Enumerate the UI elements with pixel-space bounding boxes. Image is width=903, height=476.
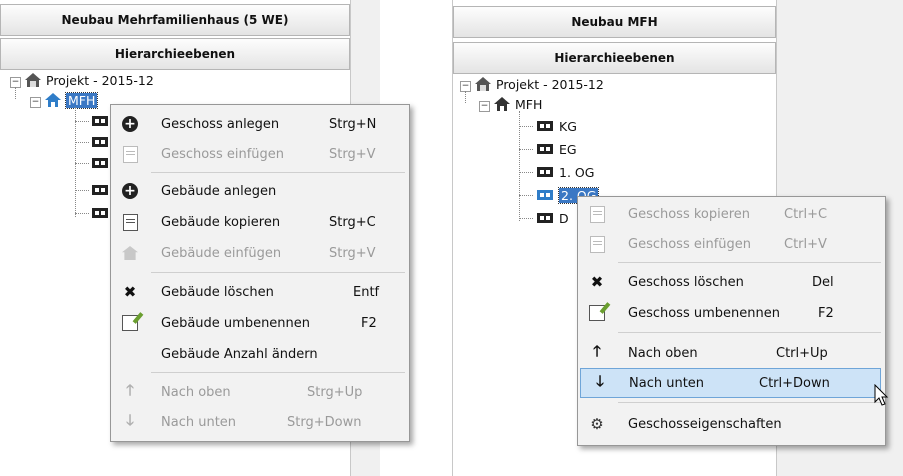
menu-item-gebaeude-anzahl-aendern[interactable]: Gebäude Anzahl ändern (111, 339, 409, 369)
tree-node-project[interactable]: Projekt - 2015-12 (474, 74, 604, 94)
rename-icon (588, 304, 606, 322)
menu-separator (151, 272, 405, 273)
menu-item-gebaeude-umbenennen[interactable]: Gebäude umbenennen F2 (111, 308, 409, 338)
tree-node-floor[interactable]: D (537, 208, 569, 228)
right-context-menu: Geschoss kopieren Ctrl+C Geschoss einfüg… (577, 196, 886, 446)
delete-x-icon: ✖ (590, 273, 604, 291)
paste-icon (121, 145, 139, 163)
floor-icon (537, 144, 553, 154)
tree-node-building[interactable]: MFH (44, 90, 99, 110)
project-house-icon (474, 76, 492, 92)
plus-circle-icon: + (121, 182, 139, 200)
copy-icon (121, 213, 139, 231)
tree-node-floor[interactable]: 1. OG (537, 162, 594, 182)
menu-separator (151, 172, 405, 173)
house-icon (121, 244, 139, 262)
menu-item-geschoss-kopieren[interactable]: Geschoss kopieren Ctrl+C (578, 199, 885, 229)
right-panel: Neubau MFH Hierarchieebenen − Projekt - … (452, 0, 889, 476)
floor-icon (92, 137, 108, 147)
left-context-menu: + Geschoss anlegen Strg+N Geschoss einfü… (110, 104, 410, 442)
arrow-down-icon: 🡓 (126, 410, 134, 429)
menu-item-gebaeude-kopieren[interactable]: Gebäude kopieren Strg+C (111, 207, 409, 237)
menu-item-gebaeude-einfuegen[interactable]: Gebäude einfügen Strg+V (111, 238, 409, 268)
collapse-icon[interactable]: − (30, 97, 41, 108)
menu-item-geschoss-einfuegen[interactable]: Geschoss einfügen Strg+V (111, 139, 409, 169)
tree-node-project-label: Projekt - 2015-12 (46, 72, 154, 88)
menu-item-nach-unten[interactable]: 🡓 Nach unten Strg+Down (111, 407, 409, 437)
floor-icon (92, 116, 108, 126)
floor-icon (92, 158, 108, 168)
menu-separator (618, 402, 881, 403)
plus-circle-icon: + (121, 115, 139, 133)
menu-item-nach-oben[interactable]: 🡑 Nach oben Ctrl+Up (578, 338, 885, 368)
left-section-header: Hierarchieebenen (0, 38, 350, 70)
menu-separator (618, 332, 881, 333)
left-window-title: Neubau Mehrfamilienhaus (5 WE) (0, 4, 350, 36)
menu-item-geschoss-loeschen[interactable]: ✖ Geschoss löschen Del (578, 267, 885, 297)
delete-x-icon: ✖ (123, 283, 137, 301)
left-panel: Neubau Mehrfamilienhaus (5 WE) Hierarchi… (0, 0, 410, 476)
tree-node-floor[interactable]: EG (537, 139, 577, 159)
floor-icon (92, 185, 108, 195)
collapse-icon[interactable]: − (479, 101, 490, 112)
right-section-header: Hierarchieebenen (453, 42, 776, 74)
right-window-title: Neubau MFH (453, 6, 776, 38)
menu-item-gebaeude-anlegen[interactable]: + Gebäude anlegen (111, 176, 409, 206)
menu-item-geschoss-einfuegen[interactable]: Geschoss einfügen Ctrl+V (578, 229, 885, 259)
tree-node-project-label: Projekt - 2015-12 (496, 76, 604, 92)
tree-node-building-label: MFH (64, 91, 99, 109)
menu-item-geschosseigenschaften[interactable]: ⚙ Geschosseigenschaften (578, 409, 885, 439)
gear-icon: ⚙ (590, 415, 604, 433)
tree-node-floor[interactable]: KG (537, 116, 577, 136)
copy-icon (588, 205, 606, 223)
menu-separator (151, 372, 405, 373)
paste-icon (588, 235, 606, 253)
floor-icon (537, 213, 553, 223)
tree-node-building-label: MFH (515, 96, 543, 112)
arrow-up-icon: 🡑 (126, 380, 134, 399)
menu-item-gebaeude-loeschen[interactable]: ✖ Gebäude löschen Entf (111, 277, 409, 307)
building-icon (493, 96, 511, 112)
building-icon (44, 92, 62, 108)
arrow-up-icon: 🡑 (593, 341, 601, 360)
arrow-down-icon: 🡓 (596, 371, 604, 390)
mouse-cursor-icon (874, 384, 889, 406)
floor-icon (537, 190, 553, 200)
menu-item-nach-unten[interactable]: 🡓 Nach unten Ctrl+Down (580, 368, 881, 398)
menu-separator (618, 262, 881, 263)
floor-icon (537, 167, 553, 177)
tree-node-project[interactable]: Projekt - 2015-12 (24, 70, 154, 90)
floor-icon (537, 121, 553, 131)
menu-item-geschoss-umbenennen[interactable]: Geschoss umbenennen F2 (578, 298, 885, 328)
tree-node-building[interactable]: MFH (493, 94, 542, 114)
floor-icon (92, 208, 108, 218)
menu-item-geschoss-anlegen[interactable]: + Geschoss anlegen Strg+N (111, 109, 409, 139)
rename-icon (121, 314, 139, 332)
project-house-icon (24, 72, 42, 88)
menu-item-nach-oben[interactable]: 🡑 Nach oben Strg+Up (111, 377, 409, 407)
